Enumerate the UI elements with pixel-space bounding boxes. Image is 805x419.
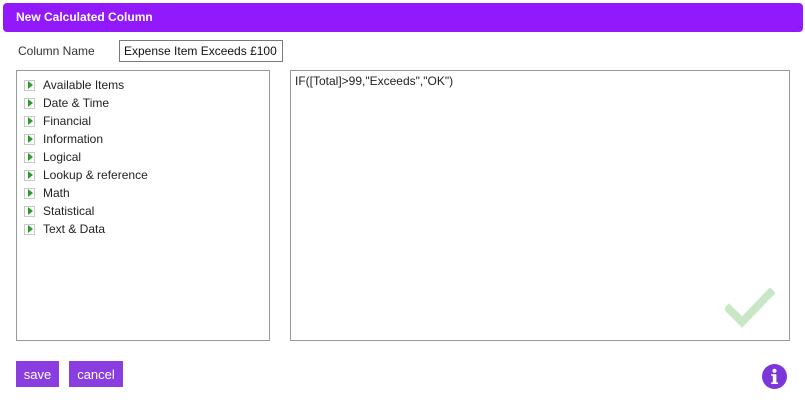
category-item-date-time[interactable]: Date & Time (17, 94, 269, 112)
category-label: Statistical (43, 204, 95, 218)
checkmark-icon (725, 287, 775, 328)
category-label: Financial (43, 114, 92, 128)
category-label: Text & Data (43, 222, 106, 236)
formula-input[interactable]: IF([Total]>99,"Exceeds","OK") (295, 74, 785, 274)
category-label: Logical (43, 150, 82, 164)
category-item-lookup-reference[interactable]: Lookup & reference (17, 166, 269, 184)
category-item-math[interactable]: Math (17, 184, 269, 202)
function-category-panel: Available Items Date & Time Financial In… (16, 70, 270, 341)
category-item-financial[interactable]: Financial (17, 112, 269, 130)
column-name-label: Column Name (18, 44, 95, 58)
expand-arrow-icon[interactable] (24, 79, 35, 91)
info-icon[interactable] (762, 364, 787, 389)
category-item-logical[interactable]: Logical (17, 148, 269, 166)
dialog-title-bar: New Calculated Column (3, 3, 803, 32)
expand-arrow-icon[interactable] (24, 169, 35, 181)
expand-arrow-icon[interactable] (24, 133, 35, 145)
expand-arrow-icon[interactable] (24, 187, 35, 199)
category-item-text-data[interactable]: Text & Data (17, 220, 269, 238)
category-item-available-items[interactable]: Available Items (17, 76, 269, 94)
cancel-button[interactable]: cancel (69, 361, 123, 387)
expand-arrow-icon[interactable] (24, 115, 35, 127)
category-item-statistical[interactable]: Statistical (17, 202, 269, 220)
function-category-list: Available Items Date & Time Financial In… (17, 71, 269, 238)
expand-arrow-icon[interactable] (24, 223, 35, 235)
expand-arrow-icon[interactable] (24, 151, 35, 163)
formula-editor-panel: IF([Total]>99,"Exceeds","OK") (290, 70, 790, 341)
category-label: Lookup & reference (43, 168, 148, 182)
expand-arrow-icon[interactable] (24, 205, 35, 217)
column-name-input[interactable] (119, 40, 283, 62)
category-item-information[interactable]: Information (17, 130, 269, 148)
dialog-title: New Calculated Column (16, 10, 153, 24)
save-button[interactable]: save (16, 361, 59, 387)
category-label: Available Items (43, 78, 125, 92)
category-label: Math (43, 186, 70, 200)
category-label: Date & Time (43, 96, 110, 110)
expand-arrow-icon[interactable] (24, 97, 35, 109)
category-label: Information (43, 132, 104, 146)
